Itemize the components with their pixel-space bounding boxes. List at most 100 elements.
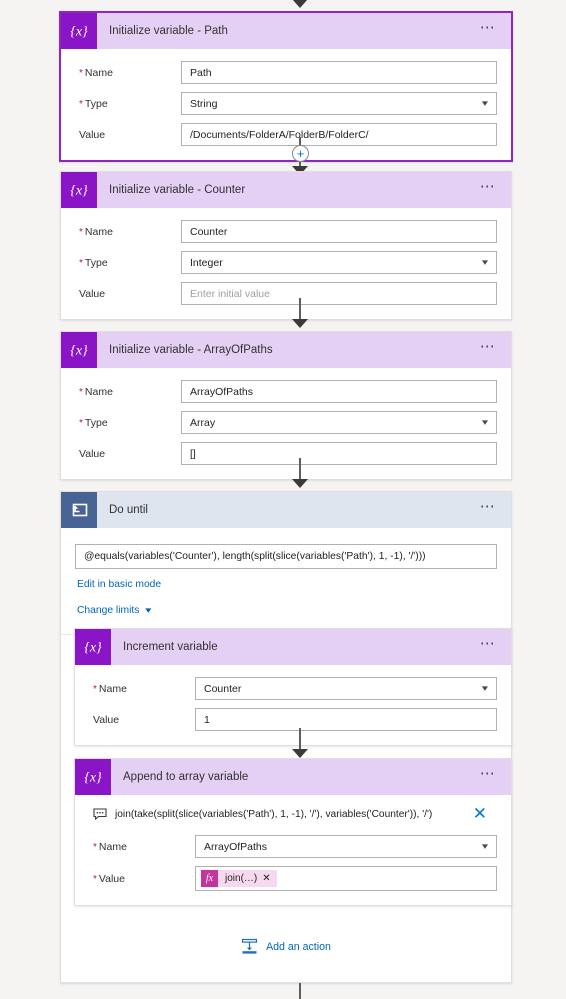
action-card-initialize-variable-counter[interactable]: {x} Initialize variable - Counter ⋯ Name…: [60, 171, 512, 320]
token-remove-icon[interactable]: ✕: [262, 873, 276, 884]
name-dropdown-value: ArrayOfPaths: [204, 840, 268, 853]
fx-icon: fx: [201, 870, 218, 887]
card-menu-button[interactable]: ⋯: [470, 499, 511, 518]
value-input[interactable]: /Documents/FolderA/FolderB/FolderC/: [181, 123, 497, 146]
expression-token-chip[interactable]: fx join(…) ✕: [201, 870, 277, 887]
card-body: Name Path Type String ▾ Value /Documents…: [61, 49, 511, 160]
card-menu-button[interactable]: ⋯: [470, 766, 511, 785]
card-body: join(take(split(slice(variables('Path'),…: [75, 795, 511, 905]
do-until-title: Do until: [109, 504, 148, 516]
card-body: Name Counter Type Integer ▾ Value Enter …: [61, 208, 511, 319]
field-label: Value: [79, 447, 106, 460]
field-label: Value: [79, 287, 106, 300]
variable-braces-icon: {x}: [61, 172, 97, 208]
svg-text:{x}: {x}: [70, 184, 88, 199]
card-header[interactable]: {x} Initialize variable - Counter ⋯: [61, 172, 511, 208]
action-card-increment-variable[interactable]: {x} Increment variable ⋯ Name Counter ▾ …: [74, 628, 512, 746]
field-row-name: Name Counter ▾: [89, 677, 497, 700]
do-until-loop-icon: [61, 492, 97, 528]
field-label: Type: [75, 98, 181, 110]
name-dropdown[interactable]: ArrayOfPaths ▾: [195, 835, 497, 858]
field-label: Value: [89, 873, 195, 885]
card-title: Initialize variable - ArrayOfPaths: [109, 344, 273, 356]
field-label: Name: [89, 841, 195, 853]
field-row-value: Value /Documents/FolderA/FolderB/FolderC…: [75, 123, 497, 146]
card-menu-button[interactable]: ⋯: [470, 339, 511, 358]
action-card-initialize-variable-arrayofpaths[interactable]: {x} Initialize variable - ArrayOfPaths ⋯…: [60, 331, 512, 480]
action-card-append-to-array-variable[interactable]: {x} Append to array variable ⋯ join(take…: [74, 758, 512, 906]
insert-action-icon: [241, 938, 258, 955]
connector-arrow: [292, 319, 308, 328]
type-dropdown-value: Array: [190, 416, 216, 429]
variable-braces-icon: {x}: [75, 759, 111, 795]
chevron-down-icon: ▾: [482, 417, 489, 427]
comment-bubble-icon: [93, 808, 107, 820]
field-label: Type: [75, 417, 181, 429]
add-an-action-label: Add an action: [266, 940, 331, 953]
card-title: Append to array variable: [123, 771, 249, 783]
chevron-down-icon: ▾: [482, 257, 489, 267]
card-title: Initialize variable - Counter: [109, 184, 246, 196]
value-input[interactable]: []: [181, 442, 497, 465]
add-an-action-button[interactable]: Add an action: [60, 938, 512, 955]
chevron-down-icon: ▾: [482, 683, 489, 693]
variable-braces-icon: {x}: [61, 13, 97, 49]
do-until-condition-input[interactable]: @equals(variables('Counter'), length(spl…: [75, 544, 497, 569]
connector-arrow: [292, 749, 308, 758]
name-input[interactable]: ArrayOfPaths: [181, 380, 497, 403]
chevron-down-icon: ▾: [482, 841, 489, 851]
do-until-header[interactable]: Do until ⋯: [61, 492, 511, 528]
svg-text:{x}: {x}: [70, 25, 88, 40]
value-token-input[interactable]: fx join(…) ✕: [195, 866, 497, 891]
card-body: Name Counter ▾ Value 1: [75, 665, 511, 745]
field-label: Value: [79, 128, 106, 141]
card-header[interactable]: {x} Initialize variable - Path ⋯: [61, 13, 511, 49]
card-header[interactable]: {x} Append to array variable ⋯: [75, 759, 511, 795]
type-dropdown-value: String: [190, 97, 218, 110]
field-label: Value: [93, 713, 120, 726]
card-header[interactable]: {x} Increment variable ⋯: [75, 629, 511, 665]
name-dropdown[interactable]: Counter ▾: [195, 677, 497, 700]
type-dropdown[interactable]: Integer ▾: [181, 251, 497, 274]
card-body: Name ArrayOfPaths Type Array ▾ Value []: [61, 368, 511, 479]
name-input[interactable]: Path: [181, 61, 497, 84]
action-card-initialize-variable-path[interactable]: {x} Initialize variable - Path ⋯ Name Pa…: [59, 11, 513, 162]
edit-in-basic-mode-link[interactable]: Edit in basic mode: [77, 579, 161, 590]
card-menu-button[interactable]: ⋯: [470, 20, 511, 39]
field-row-name: Name Counter: [75, 220, 497, 243]
card-menu-button[interactable]: ⋯: [470, 636, 511, 655]
card-title: Increment variable: [123, 641, 218, 653]
field-label: Name: [75, 386, 181, 398]
value-input[interactable]: Enter initial value: [181, 282, 497, 305]
name-dropdown-value: Counter: [204, 682, 242, 695]
svg-text:{x}: {x}: [84, 771, 102, 786]
expression-comment-row: join(take(split(slice(variables('Path'),…: [89, 801, 497, 827]
variable-braces-icon: {x}: [61, 332, 97, 368]
card-menu-button[interactable]: ⋯: [470, 179, 511, 198]
field-row-type: Type Array ▾: [75, 411, 497, 434]
svg-text:{x}: {x}: [84, 641, 102, 656]
close-icon[interactable]: ✕: [473, 805, 491, 822]
field-row-value: Value Enter initial value: [75, 282, 497, 305]
flow-designer-canvas: {x} Initialize variable - Path ⋯ Name Pa…: [0, 0, 566, 999]
connector-arrow-top: [292, 0, 308, 8]
expression-comment-text: join(take(split(slice(variables('Path'),…: [115, 808, 433, 820]
token-label: join(…): [225, 873, 258, 884]
field-row-value: Value 1: [89, 708, 497, 731]
field-row-type: Type Integer ▾: [75, 251, 497, 274]
name-input[interactable]: Counter: [181, 220, 497, 243]
card-header[interactable]: {x} Initialize variable - ArrayOfPaths ⋯: [61, 332, 511, 368]
field-label: Type: [75, 257, 181, 269]
change-limits-label: Change limits: [77, 605, 140, 616]
type-dropdown[interactable]: String ▾: [181, 92, 497, 115]
insert-step-button[interactable]: +: [292, 145, 309, 162]
field-row-value: Value fx join(…) ✕: [89, 866, 497, 891]
change-limits-link[interactable]: Change limits ▾: [77, 605, 152, 616]
value-input[interactable]: 1: [195, 708, 497, 731]
field-row-name: Name ArrayOfPaths ▾: [89, 835, 497, 858]
connector-line-bottom: [299, 983, 301, 999]
type-dropdown[interactable]: Array ▾: [181, 411, 497, 434]
chevron-down-icon: ▾: [482, 98, 489, 108]
field-row-name: Name ArrayOfPaths: [75, 380, 497, 403]
edit-in-basic-mode-label: Edit in basic mode: [77, 579, 162, 590]
